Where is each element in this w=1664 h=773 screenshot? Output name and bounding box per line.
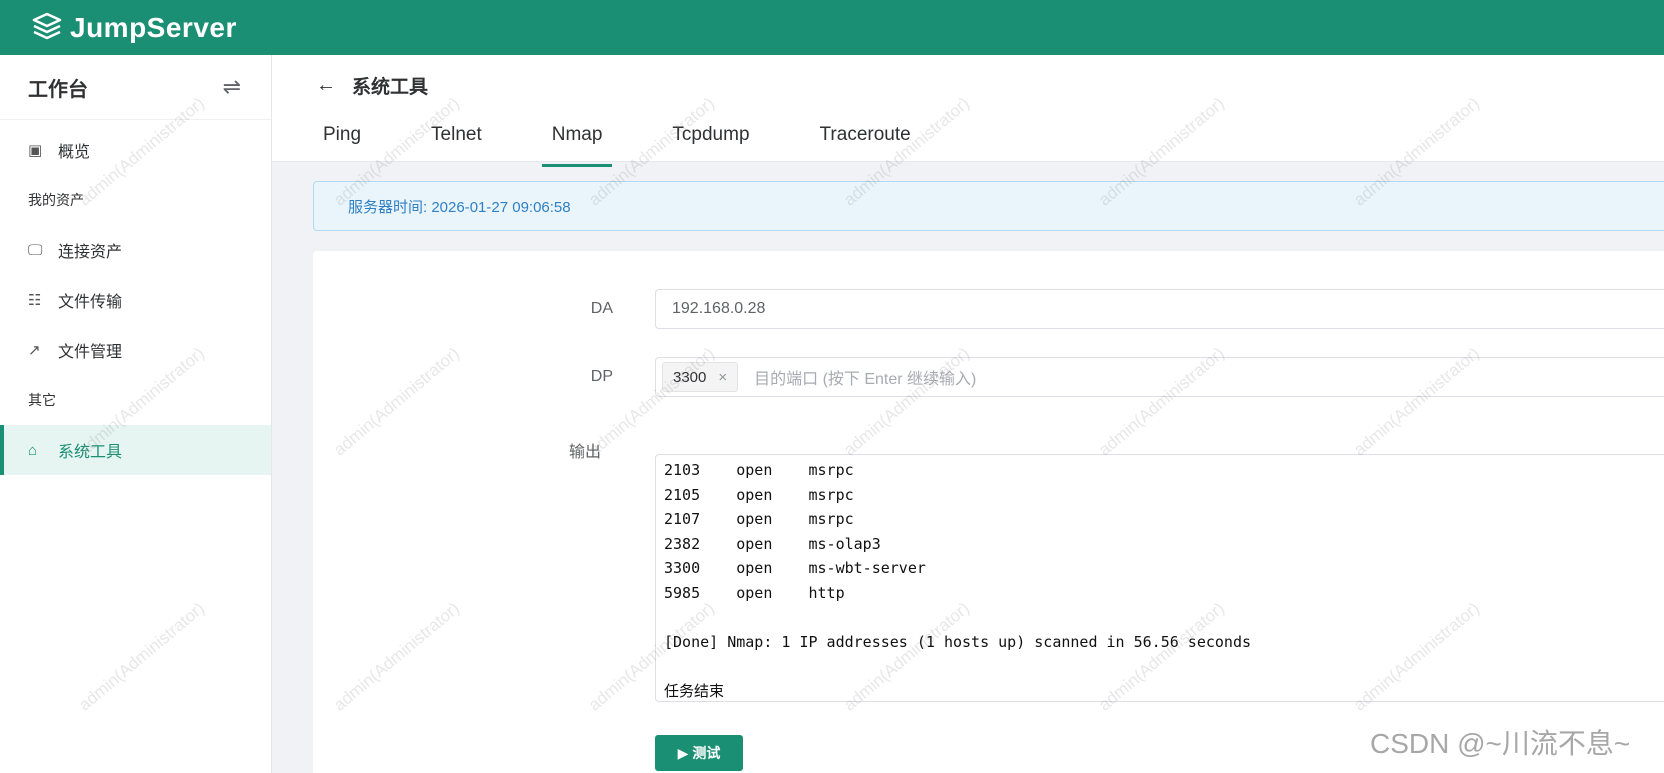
page-header: ← 系统工具 Ping Telnet Nmap Tcpdump Tracerou… — [272, 55, 1664, 167]
sidebar-item-label: 系统工具 — [58, 444, 123, 461]
dp-label: DP — [590, 368, 613, 385]
dp-placeholder[interactable]: 目的端口 (按下 Enter 继续输入) — [754, 365, 976, 389]
sidebar-item-overview[interactable]: ▣ 概览 — [0, 125, 271, 175]
server-time-text: 服务器时间: 2026-01-27 09:06:58 — [348, 198, 571, 216]
server-time-alert: 服务器时间: 2026-01-27 09:06:58 — [313, 181, 1664, 231]
tool-tabs: Ping Telnet Nmap Tcpdump Traceroute — [313, 120, 921, 167]
tab-traceroute[interactable]: Traceroute — [810, 120, 921, 162]
sidebar-group-my-assets: 我的资产 — [28, 192, 84, 208]
jumpserver-logo-icon — [32, 12, 62, 39]
tab-tcpdump[interactable]: Tcpdump — [662, 120, 759, 162]
monitor-icon: ▣ — [28, 142, 43, 159]
output-textarea[interactable]: 2103 open msrpc 2105 open msrpc 2107 ope… — [655, 454, 1664, 702]
brand-name: JumpServer — [70, 11, 237, 43]
external-link-icon: ↗ — [28, 342, 41, 359]
sidebar-item-connect-assets[interactable]: 🖵 连接资产 — [0, 225, 271, 275]
sidebar-item-label: 文件传输 — [58, 294, 123, 311]
back-arrow-icon[interactable]: ← — [316, 74, 336, 97]
sidebar-item-system-tools[interactable]: ⌂ 系统工具 — [0, 425, 271, 475]
page-title: 系统工具 — [352, 77, 429, 98]
tab-nmap[interactable]: Nmap — [541, 120, 613, 167]
top-bar: JumpServer — [0, 0, 1664, 55]
sidebar-item-label: 连接资产 — [58, 244, 123, 261]
dp-tag-input[interactable]: 3300 × 目的端口 (按下 Enter 继续输入) — [655, 357, 1664, 397]
toolbox-icon: ⌂ — [28, 441, 38, 459]
da-value: 192.168.0.28 — [672, 300, 766, 317]
sidebar-title: 工作台 — [28, 78, 88, 101]
switch-view-icon[interactable]: ⇌ — [223, 74, 241, 100]
sidebar-item-label: 文件管理 — [58, 344, 123, 361]
csdn-watermark: CSDN @~川流不息~ — [1370, 728, 1631, 759]
sidebar-group-other: 其它 — [28, 392, 56, 408]
file-icon: ☷ — [28, 292, 42, 309]
tab-telnet[interactable]: Telnet — [421, 120, 492, 162]
da-label: DA — [590, 300, 613, 317]
output-label: 输出 — [568, 444, 601, 461]
nmap-form-card: DA 192.168.0.28 DP 3300 × 目的端口 (按下 Enter… — [313, 251, 1664, 773]
port-tag-value: 3300 — [673, 368, 707, 386]
breadcrumb: ← 系统工具 — [316, 72, 428, 99]
close-icon[interactable]: × — [718, 369, 727, 386]
sidebar: 工作台 ⇌ ▣ 概览 我的资产 🖵 连接资产 ☷ 文件传输 ↗ 文件管理 其它 … — [0, 55, 272, 773]
tab-ping[interactable]: Ping — [313, 120, 371, 162]
sidebar-item-label: 概览 — [58, 144, 91, 161]
da-input[interactable]: 192.168.0.28 — [655, 289, 1664, 329]
desktop-icon: 🖵 — [28, 241, 43, 259]
port-tag: 3300 × — [662, 362, 739, 392]
sidebar-header: 工作台 ⇌ — [0, 55, 271, 120]
test-button[interactable]: ▶ 测试 — [655, 735, 743, 771]
sidebar-item-file-manager[interactable]: ↗ 文件管理 — [0, 325, 271, 375]
sidebar-item-file-transfer[interactable]: ☷ 文件传输 — [0, 275, 271, 325]
